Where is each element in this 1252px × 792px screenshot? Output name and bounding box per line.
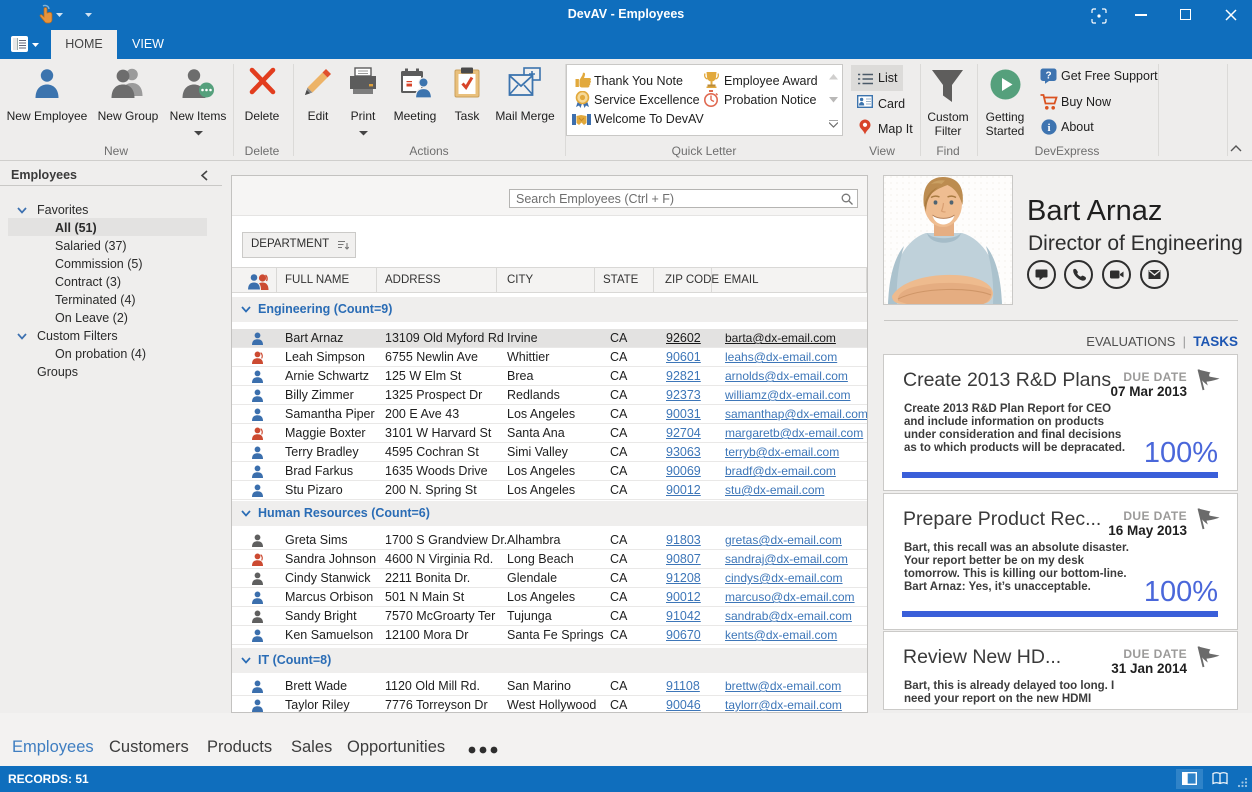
svg-text:i: i: [1047, 122, 1050, 134]
svg-text:?: ?: [1045, 71, 1051, 82]
